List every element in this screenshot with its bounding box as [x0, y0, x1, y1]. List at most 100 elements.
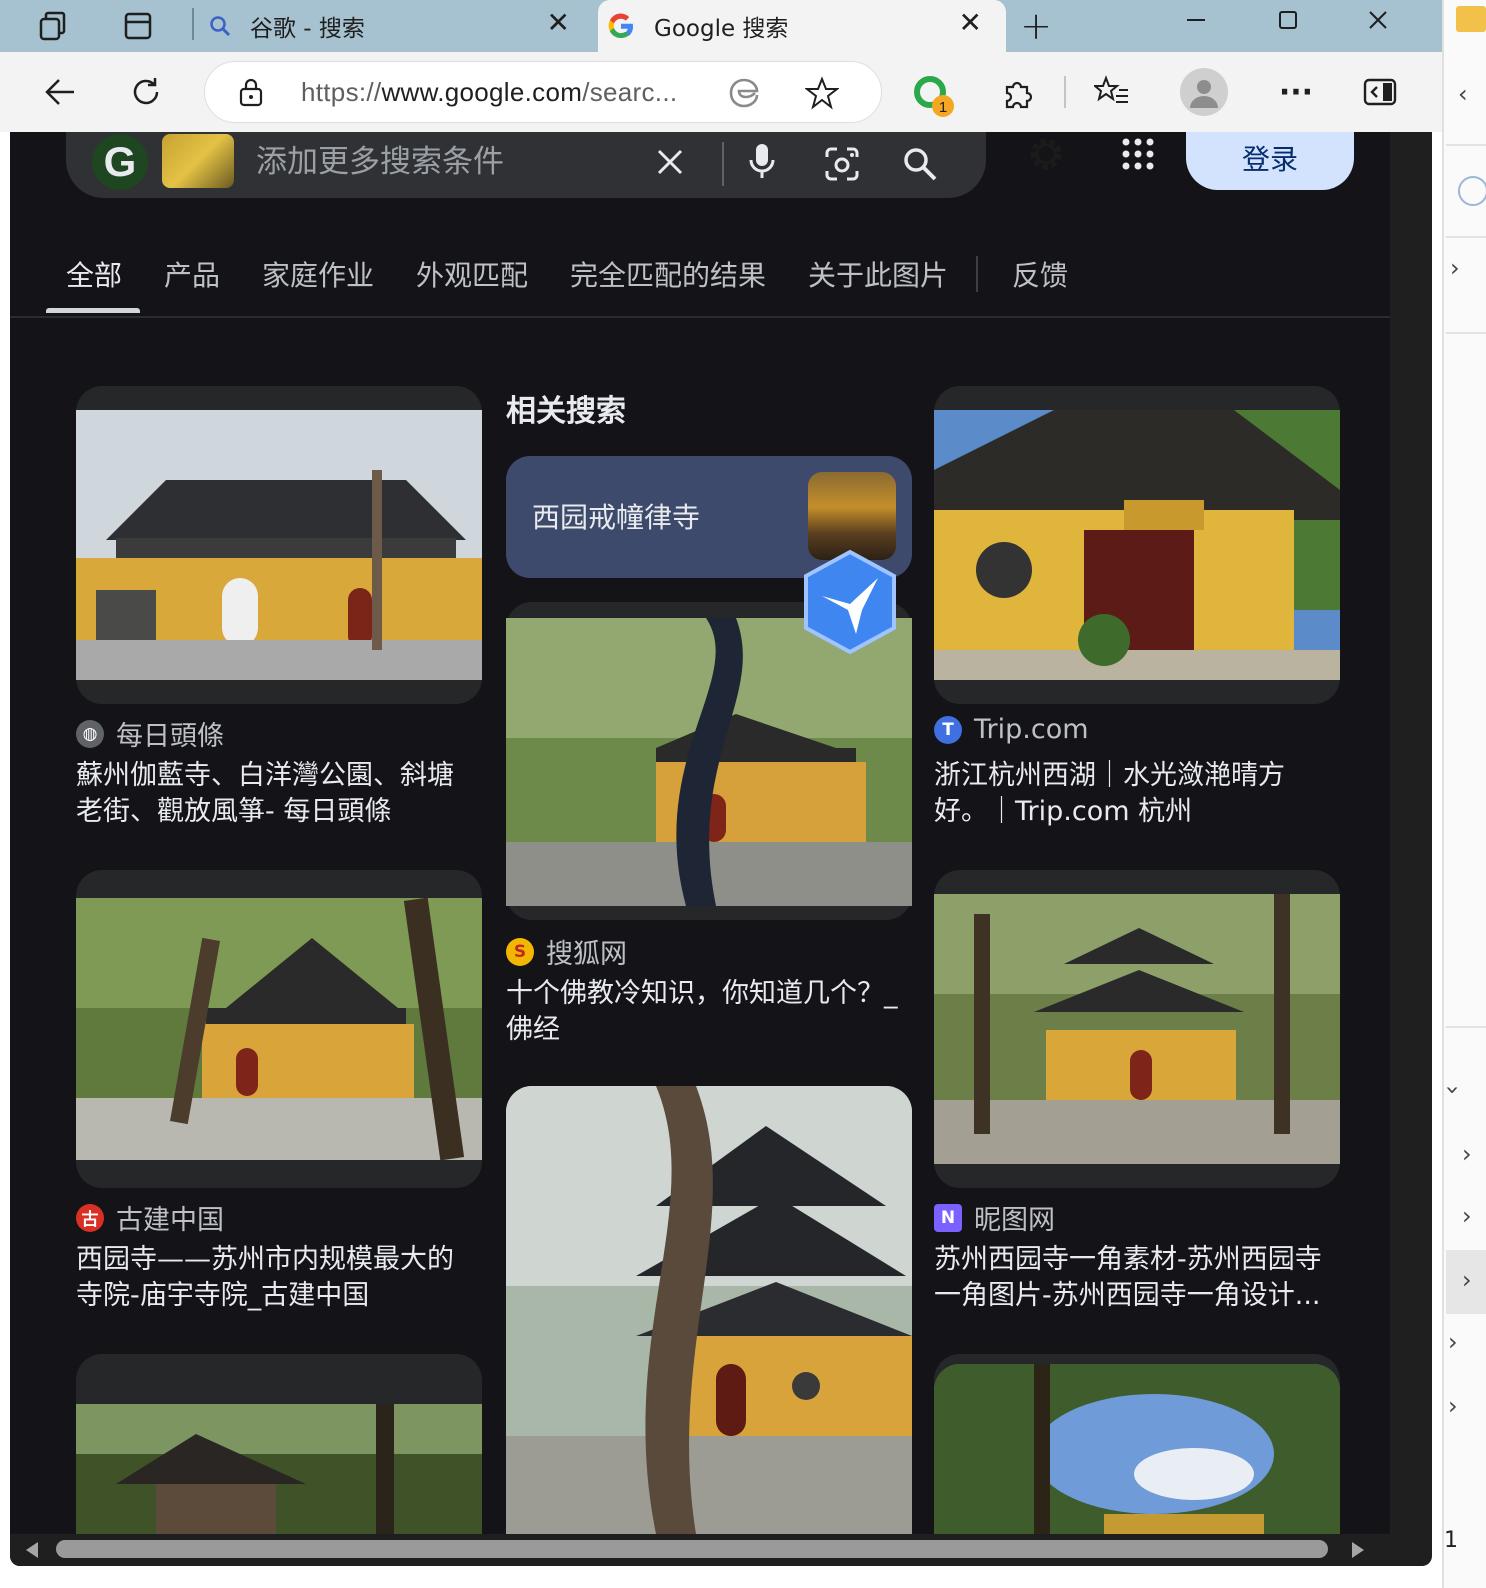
result-source[interactable]: N 昵图网: [934, 1198, 1055, 1237]
title-line: 老街、觀放風箏- 每日頭條: [76, 796, 392, 827]
source-name: 古建中国: [116, 1205, 224, 1236]
login-button[interactable]: 登录: [1186, 132, 1354, 190]
temple-photo[interactable]: [76, 898, 482, 1160]
expand-chevron-icon[interactable]: ›: [1450, 254, 1460, 282]
temple-photo[interactable]: [506, 1086, 912, 1534]
temple-photo[interactable]: [934, 894, 1340, 1164]
result-source[interactable]: S 搜狐网: [506, 932, 627, 971]
title-line: 苏州西园寺一角素材-苏州西园寺: [934, 1244, 1322, 1275]
tab-all[interactable]: 全部: [66, 232, 122, 316]
settings-gear-icon[interactable]: [1024, 132, 1068, 176]
title-line: 寺院-庙宇寺院_古建中国: [76, 1280, 370, 1311]
result-source[interactable]: T Trip.com: [934, 714, 1089, 745]
chip-thumbnail: [808, 472, 896, 560]
result-title[interactable]: 浙江杭州西湖｜水光潋滟晴方 好。｜Trip.com 杭州: [934, 758, 1334, 830]
workspaces-icon[interactable]: [34, 6, 74, 46]
tab-feedback[interactable]: 反馈: [1012, 232, 1068, 316]
close-tab-icon[interactable]: ✕: [959, 6, 982, 39]
globe-icon: ◍: [76, 719, 104, 748]
scroll-left-arrow-icon[interactable]: [26, 1542, 38, 1558]
more-menu-icon[interactable]: ···: [1274, 70, 1318, 114]
temple-photo[interactable]: [934, 1364, 1340, 1534]
tab-title: 谷歌 - 搜索: [250, 16, 365, 42]
expand-chevron-icon[interactable]: ›: [1462, 1202, 1472, 1230]
favorites-icon[interactable]: [1090, 70, 1134, 114]
panel-divider: [1446, 144, 1486, 146]
back-icon[interactable]: [36, 68, 84, 116]
close-tab-icon[interactable]: ✕: [547, 6, 570, 39]
tab-google-search[interactable]: Google 搜索 ✕: [598, 0, 1006, 52]
favorite-star-icon[interactable]: [803, 74, 841, 112]
result-title[interactable]: 苏州西园寺一角素材-苏州西园寺 一角图片-苏州西园寺一角设计...: [934, 1242, 1334, 1314]
camera-lens-icon[interactable]: [818, 140, 866, 188]
sidebar-toggle-icon[interactable]: [1358, 70, 1402, 114]
panel-number: 1: [1444, 1528, 1458, 1553]
tab-products[interactable]: 产品: [164, 232, 220, 316]
scroll-right-arrow-icon[interactable]: [1352, 1542, 1364, 1558]
title-line: 佛经: [506, 1014, 560, 1045]
minimize-icon[interactable]: [1176, 0, 1216, 40]
expand-chevron-icon[interactable]: ›: [1448, 1392, 1458, 1420]
result-title[interactable]: 十个佛教冷知识，你知道几个？_ 佛经: [506, 976, 914, 1048]
google-lens-results-page: G 添加更多搜索条件 登录 全部 产品 家庭作业 外观匹配 完全匹配的结果 关于…: [10, 132, 1390, 1534]
search-icon: [208, 14, 232, 38]
extension-icon[interactable]: 1: [908, 70, 958, 120]
tab-homework[interactable]: 家庭作业: [262, 232, 374, 316]
refresh-icon[interactable]: [122, 68, 170, 116]
google-logo[interactable]: G: [92, 134, 148, 190]
browser-tab-bar: 谷歌 - 搜索 ✕ Google 搜索 ✕ +: [0, 0, 1442, 52]
result-title[interactable]: 蘇州伽藍寺、白洋灣公園、斜塘 老街、觀放風箏- 每日頭條: [76, 758, 476, 830]
temple-photo[interactable]: [76, 410, 482, 680]
new-tab-icon[interactable]: +: [1014, 4, 1058, 48]
lock-icon[interactable]: [235, 76, 267, 108]
expand-chevron-icon[interactable]: ›: [1462, 1140, 1472, 1168]
active-tab-indicator: [46, 308, 140, 313]
clear-icon[interactable]: [648, 140, 692, 184]
panel-app-icon[interactable]: [1456, 6, 1486, 32]
close-window-icon[interactable]: [1358, 0, 1398, 40]
chip-label: 西园戒幢律寺: [532, 501, 701, 534]
query-image-thumbnail[interactable]: [162, 134, 234, 188]
edge-read-aloud-icon[interactable]: [725, 74, 763, 112]
search-input[interactable]: 添加更多搜索条件: [256, 136, 504, 181]
google-apps-icon[interactable]: [1116, 132, 1160, 176]
maximize-icon[interactable]: [1268, 0, 1308, 40]
expand-chevron-icon[interactable]: ›: [1462, 1266, 1472, 1294]
add-icon[interactable]: [1458, 176, 1486, 206]
edge-side-panel: ‹ › › › › › › › 1: [1439, 0, 1486, 1588]
profile-avatar-icon[interactable]: [1180, 68, 1228, 116]
temple-photo[interactable]: [506, 618, 912, 906]
result-title[interactable]: 西园寺——苏州市内规模最大的 寺院-庙宇寺院_古建中国: [76, 1242, 476, 1314]
svg-text:1: 1: [939, 99, 947, 116]
extensions-puzzle-icon[interactable]: [996, 70, 1040, 114]
horizontal-scrollbar[interactable]: [10, 1534, 1390, 1566]
bird-extension-badge-icon[interactable]: [800, 548, 900, 656]
title-line: 好。｜Trip.com 杭州: [934, 796, 1193, 827]
google-g-icon: [606, 11, 636, 41]
search-box[interactable]: G 添加更多搜索条件: [66, 132, 986, 198]
search-icon[interactable]: [896, 140, 944, 188]
guji-logo-icon: 古: [76, 1203, 104, 1232]
title-line: 西园寺——苏州市内规模最大的: [76, 1244, 454, 1275]
title-line: 一角图片-苏州西园寺一角设计...: [934, 1280, 1321, 1311]
temple-photo[interactable]: [934, 410, 1340, 680]
result-source[interactable]: 古 古建中国: [76, 1198, 224, 1237]
page-viewport: G 添加更多搜索条件 登录 全部 产品 家庭作业 外观匹配 完全匹配的结果 关于…: [10, 132, 1432, 1566]
source-name: 每日頭條: [116, 721, 224, 752]
nipic-logo-icon: N: [934, 1203, 962, 1232]
source-name: Trip.com: [974, 714, 1089, 745]
expand-chevron-icon[interactable]: ›: [1448, 1328, 1458, 1356]
horizontal-scrollbar-thumb[interactable]: [56, 1540, 1328, 1558]
tab-actions-icon[interactable]: [118, 6, 158, 46]
tab-visual-matches[interactable]: 外观匹配: [416, 232, 528, 316]
tab-exact-matches[interactable]: 完全匹配的结果: [570, 232, 766, 316]
temple-photo[interactable]: [76, 1404, 482, 1534]
tab-about-this-image[interactable]: 关于此图片: [808, 232, 948, 316]
tab-search[interactable]: 谷歌 - 搜索 ✕: [194, 0, 594, 52]
address-bar[interactable]: https://www.google.com/searc...: [204, 61, 882, 123]
collapse-chevron-icon[interactable]: ›: [1439, 1085, 1467, 1095]
browser-toolbar: https://www.google.com/searc... 1 ···: [0, 52, 1442, 132]
microphone-icon[interactable]: [740, 138, 784, 186]
result-source[interactable]: ◍ 每日頭條: [76, 714, 224, 753]
back-chevron-icon[interactable]: ‹: [1458, 80, 1468, 108]
